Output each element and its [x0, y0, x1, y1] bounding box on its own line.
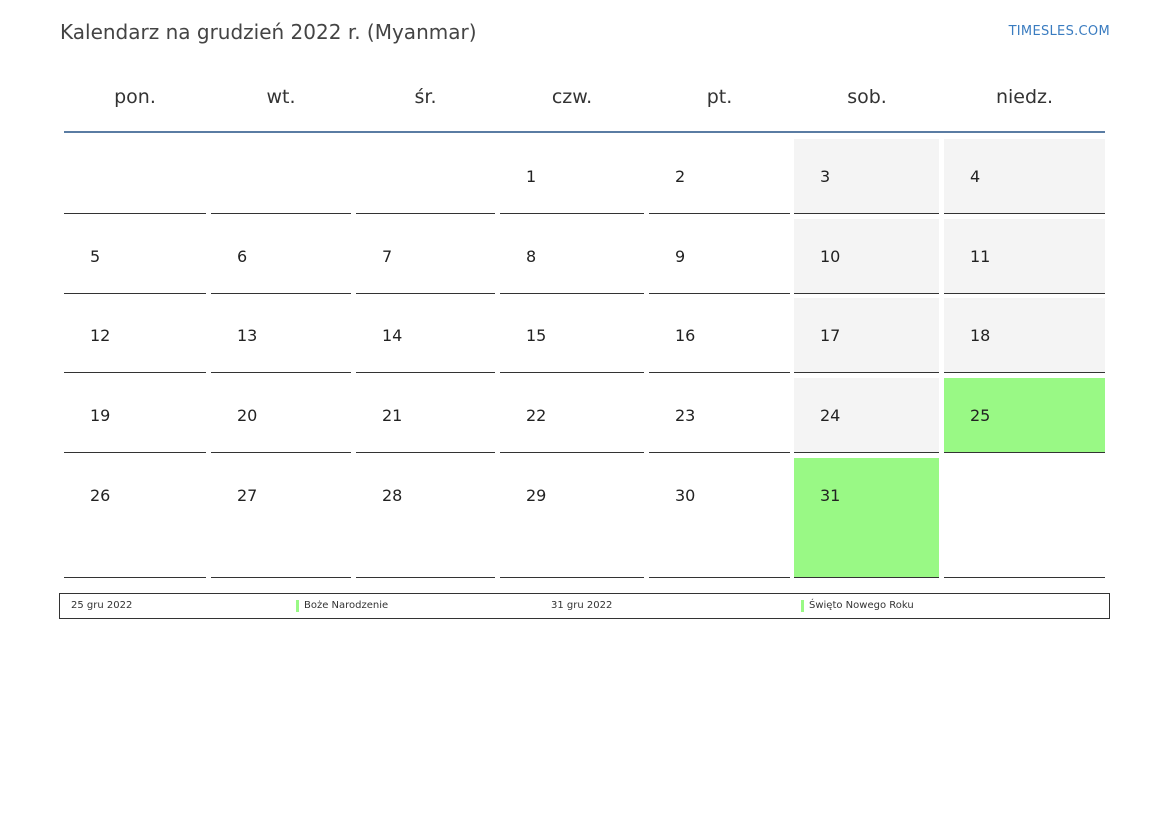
day-number: 31: [820, 486, 841, 505]
day-number: 28: [382, 486, 403, 505]
day-number: 9: [675, 247, 686, 266]
day-number: 13: [237, 326, 258, 345]
day-cell: 27: [211, 458, 351, 578]
day-cell: 24: [794, 378, 939, 453]
legend-date-2: 31 gru 2022: [551, 600, 613, 611]
weekday-sun: niedz.: [995, 86, 1054, 108]
day-number: 14: [382, 326, 403, 345]
day-cell: 12: [64, 298, 206, 373]
weekday-mon: pon.: [114, 86, 156, 108]
day-cell: 7: [356, 219, 495, 294]
day-number: 24: [820, 406, 841, 425]
day-number: 21: [382, 406, 403, 425]
day-cell: 26: [64, 458, 206, 578]
day-cell: 9: [649, 219, 790, 294]
day-cell: 3: [794, 139, 939, 214]
day-cell: 14: [356, 298, 495, 373]
day-number: 10: [820, 247, 841, 266]
day-number: 8: [526, 247, 537, 266]
day-number: 29: [526, 486, 547, 505]
empty-day-cell: [64, 139, 206, 214]
day-number: 7: [382, 247, 393, 266]
day-cell: 18: [944, 298, 1105, 373]
day-cell: 15: [500, 298, 644, 373]
day-cell: 29: [500, 458, 644, 578]
day-cell: 6: [211, 219, 351, 294]
day-cell: 23: [649, 378, 790, 453]
day-cell: 25: [944, 378, 1105, 453]
day-number: 2: [675, 167, 686, 186]
brand-link[interactable]: TIMESLES.COM: [1009, 24, 1110, 39]
day-number: 1: [526, 167, 537, 186]
day-cell: 2: [649, 139, 790, 214]
day-cell: 20: [211, 378, 351, 453]
day-number: 18: [970, 326, 991, 345]
empty-day-cell: [211, 139, 351, 214]
day-number: 23: [675, 406, 696, 425]
weekday-wed: śr.: [414, 86, 437, 108]
holiday-legend: 25 gru 2022 Boże Narodzenie 31 gru 2022 …: [59, 593, 1110, 619]
day-number: 20: [237, 406, 258, 425]
day-cell: 13: [211, 298, 351, 373]
page-title: Kalendarz na grudzień 2022 r. (Myanmar): [60, 20, 477, 44]
day-number: 12: [90, 326, 111, 345]
day-number: 4: [970, 167, 981, 186]
empty-day-cell: [944, 458, 1105, 578]
day-number: 17: [820, 326, 841, 345]
day-number: 27: [237, 486, 258, 505]
day-number: 16: [675, 326, 696, 345]
empty-day-cell: [356, 139, 495, 214]
day-number: 6: [237, 247, 248, 266]
day-number: 3: [820, 167, 831, 186]
weekday-fri: pt.: [706, 86, 733, 108]
day-cell: 31: [794, 458, 939, 578]
day-cell: 8: [500, 219, 644, 294]
day-cell: 28: [356, 458, 495, 578]
day-cell: 22: [500, 378, 644, 453]
day-cell: 21: [356, 378, 495, 453]
day-cell: 30: [649, 458, 790, 578]
day-number: 15: [526, 326, 547, 345]
header-divider: [64, 131, 1105, 133]
day-number: 25: [970, 406, 991, 425]
legend-date-1: 25 gru 2022: [71, 600, 133, 611]
day-cell: 19: [64, 378, 206, 453]
weekday-sat: sob.: [847, 86, 887, 108]
weekday-header: pon. wt. śr. czw. pt. sob. niedz.: [0, 86, 1169, 116]
weekday-thu: czw.: [551, 86, 593, 108]
day-cell: 17: [794, 298, 939, 373]
day-cell: 11: [944, 219, 1105, 294]
legend-color-marker-1: [296, 600, 299, 612]
legend-holiday-1: Boże Narodzenie: [304, 600, 389, 611]
day-cell: 16: [649, 298, 790, 373]
day-number: 22: [526, 406, 547, 425]
day-number: 5: [90, 247, 101, 266]
day-number: 26: [90, 486, 111, 505]
legend-color-marker-2: [801, 600, 804, 612]
day-cell: 5: [64, 219, 206, 294]
day-cell: 10: [794, 219, 939, 294]
day-number: 19: [90, 406, 111, 425]
day-number: 30: [675, 486, 696, 505]
day-cell: 4: [944, 139, 1105, 214]
legend-holiday-2: Święto Nowego Roku: [809, 600, 914, 611]
day-number: 11: [970, 247, 991, 266]
day-cell: 1: [500, 139, 644, 214]
weekday-tue: wt.: [266, 86, 296, 108]
